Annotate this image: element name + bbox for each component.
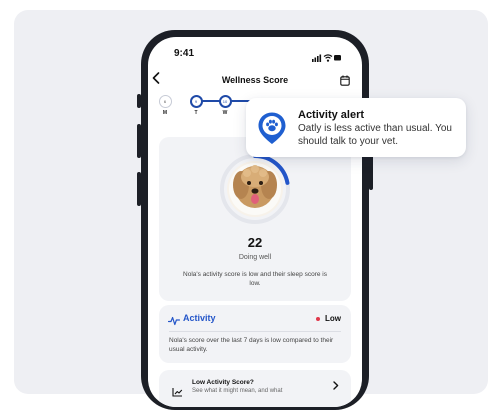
day-item-t[interactable]: 9 T [189, 95, 203, 116]
activity-pulse-icon [167, 313, 181, 331]
day-number: 6 [158, 95, 172, 108]
activity-alert-popup[interactable]: Activity alert Oatly is less active than… [246, 98, 466, 157]
activity-title: Activity [183, 313, 216, 323]
paw-pin-icon [257, 111, 287, 150]
day-letter: T [194, 110, 198, 116]
calendar-button[interactable] [340, 73, 350, 91]
chevron-right-icon [333, 381, 339, 393]
activity-card[interactable]: Activity Low Nola's score over the last … [159, 305, 351, 363]
signal-icon [312, 54, 322, 62]
low-activity-title: Low Activity Score? [192, 379, 254, 386]
day-letter: W [222, 110, 228, 116]
status-icons [312, 49, 342, 67]
calendar-icon [340, 75, 350, 86]
score-description: Nola's activity score is low and their s… [183, 271, 327, 287]
phone-screen: 9:41 Wellness Score 6 M 9 T 10 W 22 Doin… [148, 37, 362, 407]
day-item-w[interactable]: 10 W [218, 95, 232, 116]
low-activity-link[interactable]: Low Activity Score? See what it might me… [159, 370, 351, 407]
battery-icon [334, 55, 341, 61]
status-badge-label: Low [325, 314, 341, 323]
wifi-icon [323, 54, 333, 62]
score-status: Doing well [238, 254, 272, 261]
status-badge: Low [316, 314, 341, 323]
score-ring [219, 153, 291, 225]
divider [169, 331, 341, 332]
day-number: 10 [218, 95, 232, 108]
alert-title: Activity alert [298, 109, 365, 121]
status-time: 9:41 [174, 48, 195, 59]
day-letter: M [162, 110, 168, 116]
activity-description: Nola's score over the last 7 days is low… [169, 337, 334, 353]
day-number: 9 [189, 95, 203, 108]
trend-chart-icon [172, 384, 183, 402]
score-value: 22 [247, 235, 263, 250]
page-title: Wellness Score [221, 75, 289, 85]
day-item-m[interactable]: 6 M [158, 95, 172, 116]
dog-avatar [227, 161, 283, 217]
status-dot [316, 316, 320, 321]
alert-body: Oatly is less active than usual. You sho… [298, 123, 452, 147]
wellness-score-card: 22 Doing well Nola's activity score is l… [159, 137, 351, 301]
low-activity-subtitle: See what it might mean, and what [192, 388, 283, 394]
